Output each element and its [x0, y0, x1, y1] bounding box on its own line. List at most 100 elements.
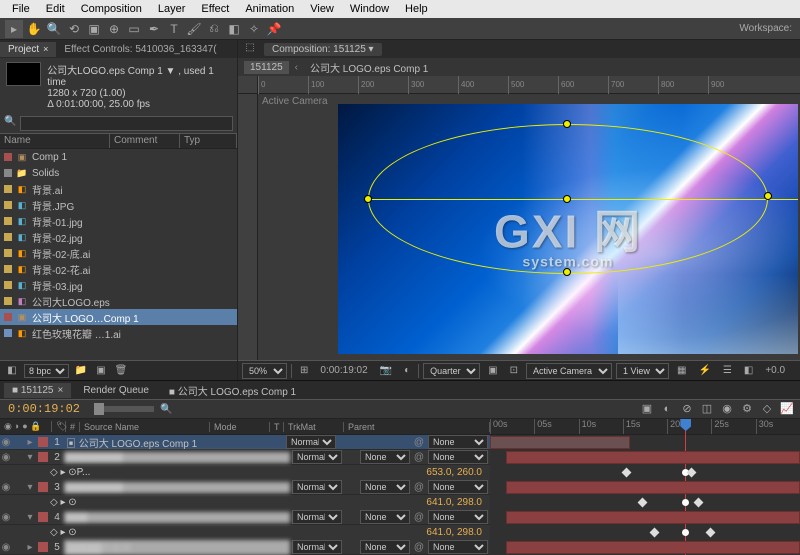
- keyframe[interactable]: [637, 498, 647, 508]
- trkmat-select[interactable]: None: [360, 510, 410, 524]
- list-item[interactable]: ◧背景-03.jpg: [0, 277, 237, 293]
- timeline-tab[interactable]: ■ 公司大 LOGO.eps Comp 1: [161, 381, 304, 400]
- project-search-input[interactable]: [20, 116, 233, 131]
- keyframe[interactable]: [682, 529, 689, 536]
- zoom-slider[interactable]: [94, 406, 154, 412]
- pan-behind-tool[interactable]: ⊕: [105, 20, 123, 38]
- channel-button[interactable]: ◐: [400, 364, 414, 377]
- path-anchor[interactable]: [563, 120, 571, 128]
- shape-tool[interactable]: ▭: [125, 20, 143, 38]
- hide-shy-button[interactable]: ⊘: [678, 400, 696, 418]
- roto-tool[interactable]: ✧: [245, 20, 263, 38]
- fast-preview-button[interactable]: ⚡: [694, 364, 714, 377]
- parent-pickwhip[interactable]: @: [412, 437, 426, 448]
- parent-select[interactable]: None: [428, 450, 488, 464]
- parent-select[interactable]: None: [428, 540, 488, 554]
- zoom-tool[interactable]: 🔍: [45, 20, 63, 38]
- timeline-tab-render-queue[interactable]: Render Queue: [75, 383, 157, 398]
- comp-flowchart-button[interactable]: ◧: [740, 364, 757, 377]
- selection-tool[interactable]: ▸: [5, 20, 23, 38]
- timeline-layer[interactable]: ◉ ▾ 4 ███ Normal None @ None: [0, 510, 490, 525]
- keyframe[interactable]: [622, 468, 632, 478]
- bpc-select[interactable]: 8 bpc: [24, 364, 69, 378]
- blend-mode-select[interactable]: Normal: [292, 540, 342, 554]
- comp-nav-icon[interactable]: ⬚: [242, 42, 258, 56]
- header-source[interactable]: Source Name: [80, 422, 210, 432]
- brush-tool[interactable]: 🖌: [185, 20, 203, 38]
- parent-pickwhip[interactable]: @: [412, 512, 426, 523]
- list-item[interactable]: ▣Comp 1: [0, 149, 237, 165]
- layer-property-position[interactable]: ◇ ▸ ⊙ 641.0, 298.0: [0, 495, 490, 510]
- menu-layer[interactable]: Layer: [150, 3, 194, 15]
- close-icon[interactable]: ×: [57, 385, 63, 396]
- menu-window[interactable]: Window: [342, 3, 397, 15]
- layer-bar[interactable]: [506, 541, 800, 554]
- keyframe[interactable]: [693, 498, 703, 508]
- col-type[interactable]: Typ: [180, 134, 237, 148]
- parent-select[interactable]: None: [428, 435, 488, 449]
- brainstorm-button[interactable]: ⚙: [738, 400, 756, 418]
- parent-pickwhip[interactable]: @: [412, 542, 426, 553]
- keyframe[interactable]: [682, 499, 689, 506]
- list-item[interactable]: ◧背景-02-花.ai: [0, 261, 237, 277]
- trkmat-select[interactable]: None: [360, 450, 410, 464]
- frame-blend-button[interactable]: ◫: [698, 400, 716, 418]
- layer-bar[interactable]: [506, 481, 800, 494]
- layer-bar[interactable]: [506, 451, 800, 464]
- timeline-tab[interactable]: ■ 151125×: [4, 383, 71, 398]
- blend-mode-select[interactable]: Normal: [292, 450, 342, 464]
- path-anchor[interactable]: [364, 195, 372, 203]
- timeline-layer[interactable]: ◉ ▸ 1 ▣ 公司大 LOGO.eps Comp 1 Normal @ Non…: [0, 435, 490, 450]
- timeline-tracks[interactable]: 00s 05s 10s 15s 20s 25s 30s: [490, 419, 800, 555]
- comp-mini-flowchart[interactable]: ▣: [638, 400, 656, 418]
- list-item[interactable]: ◧背景-02-底.ai: [0, 245, 237, 261]
- roi-button[interactable]: ▣: [484, 364, 501, 377]
- tab-effect-controls[interactable]: Effect Controls: 5410036_163347(: [56, 42, 224, 57]
- interpret-footage-button[interactable]: ◧: [4, 363, 20, 379]
- layer-property-position[interactable]: ◇ ▸ ⊙ P...653.0, 260.0: [0, 465, 490, 480]
- pen-tool[interactable]: ✒: [145, 20, 163, 38]
- current-timecode[interactable]: 0:00:19:02: [0, 402, 88, 416]
- list-item[interactable]: ◧背景.ai: [0, 181, 237, 197]
- eraser-tool[interactable]: ◧: [225, 20, 243, 38]
- list-item[interactable]: ▣公司大 LOGO…Comp 1: [0, 309, 237, 325]
- timeline-layer[interactable]: ◉ ▾ 3 ████████ Normal None @ None: [0, 480, 490, 495]
- transparency-grid-button[interactable]: ⊡: [506, 364, 522, 377]
- text-tool[interactable]: T: [165, 20, 183, 38]
- delete-button[interactable]: 🗑: [113, 363, 129, 379]
- timeline-button[interactable]: ☰: [719, 364, 736, 377]
- list-item[interactable]: ◧红色玫瑰花瓣 …1.ai: [0, 325, 237, 341]
- menu-effect[interactable]: Effect: [193, 3, 237, 15]
- tab-project[interactable]: Project×: [0, 42, 56, 57]
- grid-toggle[interactable]: ⊞: [296, 364, 312, 377]
- path-anchor[interactable]: [563, 268, 571, 276]
- parent-select[interactable]: None: [428, 510, 488, 524]
- list-item[interactable]: ◧背景.JPG: [0, 197, 237, 213]
- camera-tool[interactable]: ▣: [85, 20, 103, 38]
- hand-tool[interactable]: ✋: [25, 20, 43, 38]
- parent-pickwhip[interactable]: @: [412, 452, 426, 463]
- list-item[interactable]: 📁Solids: [0, 165, 237, 181]
- layer-bar[interactable]: [490, 436, 630, 449]
- keyframe[interactable]: [687, 468, 697, 478]
- parent-pickwhip[interactable]: @: [412, 482, 426, 493]
- path-anchor[interactable]: [764, 192, 772, 200]
- resolution-select[interactable]: Quarter: [423, 363, 480, 379]
- keyframe[interactable]: [706, 528, 716, 538]
- timeline-layer[interactable]: ◉ ▾ 2 ████████ Normal None @ None: [0, 450, 490, 465]
- snapshot-button[interactable]: 📷: [376, 364, 396, 377]
- views-select[interactable]: 1 View: [616, 363, 669, 379]
- draft-3d-button[interactable]: ◐: [658, 400, 676, 418]
- menu-file[interactable]: File: [4, 3, 38, 15]
- new-folder-button[interactable]: 📁: [73, 363, 89, 379]
- timecode-display[interactable]: 0:00:19:02: [316, 364, 371, 377]
- composition-canvas[interactable]: GXI 网 system.com: [338, 104, 798, 354]
- menu-edit[interactable]: Edit: [38, 3, 73, 15]
- puppet-tool[interactable]: 📌: [265, 20, 283, 38]
- blend-mode-select[interactable]: Normal: [286, 435, 336, 449]
- menu-animation[interactable]: Animation: [237, 3, 302, 15]
- col-comment[interactable]: Comment: [110, 134, 180, 148]
- blend-mode-select[interactable]: Normal: [292, 480, 342, 494]
- graph-editor-button[interactable]: 📈: [778, 400, 796, 418]
- header-t[interactable]: T: [270, 422, 284, 432]
